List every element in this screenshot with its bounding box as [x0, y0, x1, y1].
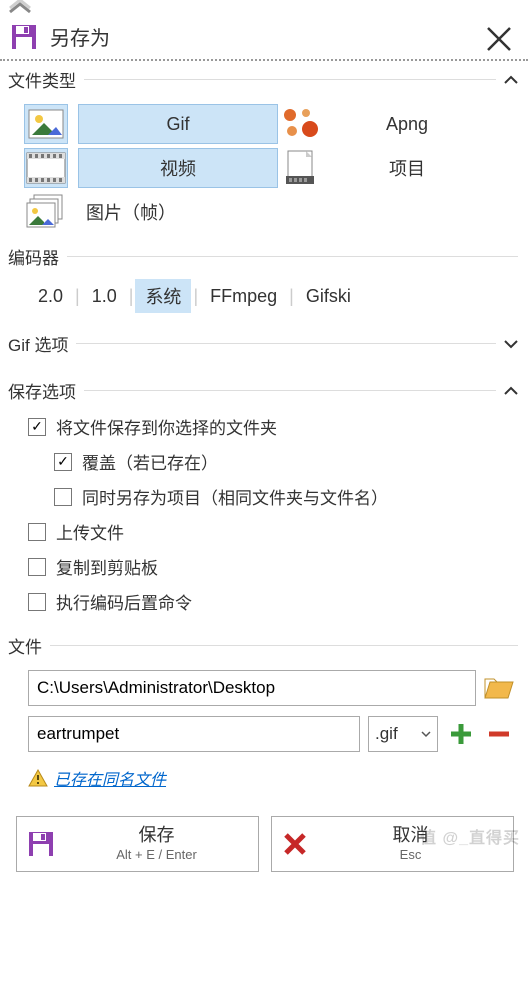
save-icon [10, 23, 38, 51]
filetype-image-icon[interactable] [24, 192, 68, 232]
save-button[interactable]: 保存 Alt + E / Enter [16, 816, 259, 872]
checkbox-overwrite[interactable]: ✓ [54, 453, 72, 471]
warning-icon [28, 769, 48, 787]
path-input[interactable] [28, 670, 476, 706]
encoder-1.0[interactable]: 1.0 [82, 282, 127, 311]
filetype-project-icon[interactable] [278, 148, 322, 188]
browse-folder-button[interactable] [484, 674, 514, 702]
chevron-down-icon [421, 730, 431, 738]
filetype-apng[interactable]: Apng [332, 104, 482, 144]
encoder-ffmpeg[interactable]: FFmpeg [200, 282, 287, 311]
encoder-system[interactable]: 系统 [135, 279, 191, 313]
checkbox-also-save-project[interactable] [54, 488, 72, 506]
encoder-gifski[interactable]: Gifski [296, 282, 361, 311]
filetype-apng-icon[interactable] [278, 104, 322, 144]
cancel-button[interactable]: 取消 Esc [271, 816, 514, 872]
section-gif-options[interactable]: Gif 选项 [0, 325, 528, 362]
filetype-image-frames[interactable]: 图片（帧） [78, 192, 482, 232]
extension-select[interactable]: .gif [368, 716, 438, 752]
filetype-gif[interactable]: Gif [78, 104, 278, 144]
collapse-chevron[interactable] [0, 0, 528, 14]
chevron-up-icon [504, 75, 518, 85]
add-button[interactable] [446, 720, 476, 748]
filetype-project[interactable]: 项目 [332, 148, 482, 188]
label-overwrite: 覆盖（若已存在） [82, 449, 218, 474]
checkbox-upload[interactable] [28, 523, 46, 541]
label-save-to-folder: 将文件保存到你选择的文件夹 [56, 414, 277, 439]
chevron-up-icon [504, 386, 518, 396]
section-encoder: 编码器 [0, 234, 528, 275]
encoder-2.0[interactable]: 2.0 [28, 282, 73, 311]
filetype-video-icon[interactable] [24, 148, 68, 188]
checkbox-copy-clipboard[interactable] [28, 558, 46, 576]
file-exists-warning[interactable]: 已存在同名文件 [54, 766, 166, 790]
close-button[interactable] [484, 24, 514, 54]
filetype-video[interactable]: 视频 [78, 148, 278, 188]
label-upload: 上传文件 [56, 519, 124, 544]
cancel-icon [282, 831, 308, 857]
label-copy-clipboard: 复制到剪贴板 [56, 554, 158, 579]
filetype-gif-icon[interactable] [24, 104, 68, 144]
save-icon [27, 830, 55, 858]
title-text: 另存为 [50, 22, 110, 51]
section-filetype[interactable]: 文件类型 [0, 61, 528, 98]
section-save-options[interactable]: 保存选项 [0, 372, 528, 409]
checkbox-post-encode-cmd[interactable] [28, 593, 46, 611]
label-also-save-project: 同时另存为项目（相同文件夹与文件名） [82, 484, 388, 509]
chevron-down-icon [504, 339, 518, 349]
remove-button[interactable] [484, 720, 514, 748]
label-post-encode-cmd: 执行编码后置命令 [56, 589, 192, 614]
checkbox-save-to-folder[interactable]: ✓ [28, 418, 46, 436]
filename-input[interactable] [28, 716, 360, 752]
title-bar: 另存为 [0, 14, 528, 61]
section-file: 文件 [0, 619, 528, 664]
